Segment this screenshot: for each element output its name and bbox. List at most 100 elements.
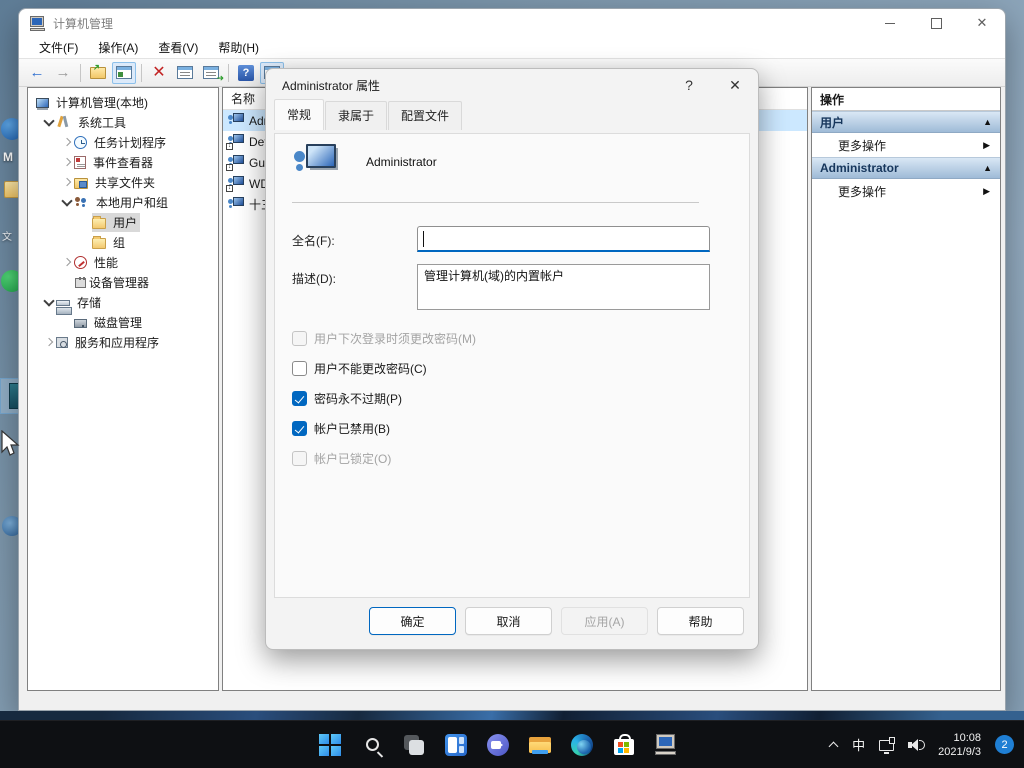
chevron-collapsed-icon[interactable] (42, 335, 56, 349)
window-title: 计算机管理 (53, 15, 113, 32)
performance-icon (74, 256, 87, 269)
chevron-collapsed-icon[interactable] (60, 175, 74, 189)
user-icon (227, 113, 244, 128)
description-label: 描述(D): (292, 270, 336, 287)
network-icon[interactable] (879, 740, 894, 751)
desktop-wallpaper: M 文 计算机管理 ✕ 文件(F) 操作(A) 查看(V) 帮助(H) ← (0, 0, 1024, 768)
menu-action[interactable]: 操作(A) (88, 37, 148, 58)
close-button[interactable]: ✕ (959, 9, 1005, 37)
chat-button[interactable] (486, 733, 510, 757)
ime-indicator[interactable]: 中 (852, 735, 865, 754)
tree-item-device-manager[interactable]: 设备管理器 (28, 272, 218, 292)
volume-icon[interactable] (908, 739, 924, 751)
export-list-button[interactable] (199, 62, 223, 84)
user-disabled-icon: ↓ (227, 176, 244, 191)
edge-button[interactable] (570, 733, 594, 757)
chevron-expanded-icon[interactable] (42, 295, 56, 309)
submenu-arrow-icon: ▶ (983, 186, 990, 197)
forward-button[interactable]: → (51, 62, 75, 84)
maximize-button[interactable] (913, 9, 959, 37)
tray-overflow-button[interactable] (829, 740, 838, 749)
app-icon (29, 16, 46, 31)
chevron-collapsed-icon[interactable] (60, 255, 74, 269)
description-input[interactable]: 管理计算机(域)的内置帐户 (417, 264, 710, 310)
task-view-button[interactable] (402, 733, 426, 757)
dialog-title: Administrator 属性 (282, 77, 380, 94)
cancel-button[interactable]: 取消 (465, 607, 552, 635)
users-icon (74, 195, 89, 209)
chevron-collapsed-icon[interactable] (60, 155, 74, 169)
checkbox-row-password-never-expires[interactable]: 密码永不过期(P) (292, 390, 402, 407)
collapse-icon[interactable]: ▲ (983, 163, 992, 173)
computer-management-taskbar-button[interactable] (654, 733, 678, 757)
chevron-collapsed-icon[interactable] (60, 135, 74, 149)
tree-item-users[interactable]: 用户 (28, 212, 218, 232)
tree-item-groups[interactable]: 组 (28, 232, 218, 252)
tray-time: 10:08 (938, 731, 981, 745)
menu-view[interactable]: 查看(V) (148, 37, 208, 58)
search-button[interactable] (360, 733, 384, 757)
tab-profile[interactable]: 配置文件 (388, 101, 462, 130)
tree-item-computer-management[interactable]: 计算机管理(本地) (28, 92, 218, 112)
tree-item-performance[interactable]: 性能 (28, 252, 218, 272)
mouse-cursor (0, 430, 20, 458)
notification-badge[interactable]: 2 (995, 735, 1014, 754)
checkbox-unchecked-icon[interactable] (292, 361, 307, 376)
tree-item-storage[interactable]: 存储 (28, 292, 218, 312)
up-one-level-button[interactable] (86, 62, 110, 84)
disk-icon (74, 319, 87, 328)
folder-icon (92, 238, 106, 249)
delete-button[interactable]: ✕ (147, 62, 171, 84)
collapse-icon[interactable]: ▲ (983, 117, 992, 127)
help-button-dialog[interactable]: 帮助 (657, 607, 744, 635)
dialog-close-button[interactable]: ✕ (712, 69, 758, 101)
user-disabled-icon: ↓ (227, 155, 244, 170)
show-console-tree-button[interactable] (112, 62, 136, 84)
checkbox-checked-icon[interactable] (292, 391, 307, 406)
user-icon (227, 197, 244, 212)
actions-group-administrator[interactable]: Administrator ▲ (812, 157, 1000, 179)
tools-icon (56, 115, 71, 129)
more-actions-users[interactable]: 更多操作 ▶ (812, 133, 1000, 157)
checkbox-row-cannot-change-password[interactable]: 用户不能更改密码(C) (292, 360, 427, 377)
tree-item-disk-management[interactable]: 磁盘管理 (28, 312, 218, 332)
checkbox-checked-icon[interactable] (292, 421, 307, 436)
services-icon (56, 337, 68, 348)
ok-button[interactable]: 确定 (369, 607, 456, 635)
fullname-input[interactable] (417, 226, 710, 252)
widgets-icon (445, 734, 467, 756)
file-explorer-button[interactable] (528, 733, 552, 757)
menu-help[interactable]: 帮助(H) (208, 37, 269, 58)
tab-general[interactable]: 常规 (274, 99, 324, 130)
dialog-help-button[interactable]: ? (666, 69, 712, 101)
store-button[interactable] (612, 733, 636, 757)
start-button[interactable] (318, 733, 342, 757)
window-titlebar[interactable]: 计算机管理 ✕ (19, 9, 1005, 37)
edge-icon (571, 734, 593, 756)
tree-item-shared-folders[interactable]: 共享文件夹 (28, 172, 218, 192)
shared-folder-icon (74, 178, 88, 189)
text-caret (423, 231, 424, 247)
actions-group-users[interactable]: 用户 ▲ (812, 111, 1000, 133)
store-icon (614, 739, 634, 755)
back-button[interactable]: ← (25, 62, 49, 84)
widgets-button[interactable] (444, 733, 468, 757)
tree-item-system-tools[interactable]: 系统工具 (28, 112, 218, 132)
user-disabled-icon: ↓ (227, 134, 244, 149)
tab-member-of[interactable]: 隶属于 (325, 101, 387, 130)
help-button[interactable]: ? (234, 62, 258, 84)
dialog-titlebar[interactable]: Administrator 属性 ? ✕ (266, 69, 758, 101)
tree-item-task-scheduler[interactable]: 任务计划程序 (28, 132, 218, 152)
tree-item-event-viewer[interactable]: 事件查看器 (28, 152, 218, 172)
minimize-button[interactable] (867, 9, 913, 37)
tree-item-services-applications[interactable]: 服务和应用程序 (28, 332, 218, 352)
more-actions-administrator[interactable]: 更多操作 ▶ (812, 179, 1000, 203)
chevron-expanded-icon[interactable] (42, 115, 56, 129)
checkbox-row-account-disabled[interactable]: 帐户已禁用(B) (292, 420, 390, 437)
properties-button[interactable] (173, 62, 197, 84)
folder-icon (92, 218, 106, 229)
tree-item-local-users-groups[interactable]: 本地用户和组 (28, 192, 218, 212)
chevron-expanded-icon[interactable] (60, 195, 74, 209)
clock[interactable]: 10:08 2021/9/3 (938, 731, 981, 759)
menu-file[interactable]: 文件(F) (29, 37, 88, 58)
